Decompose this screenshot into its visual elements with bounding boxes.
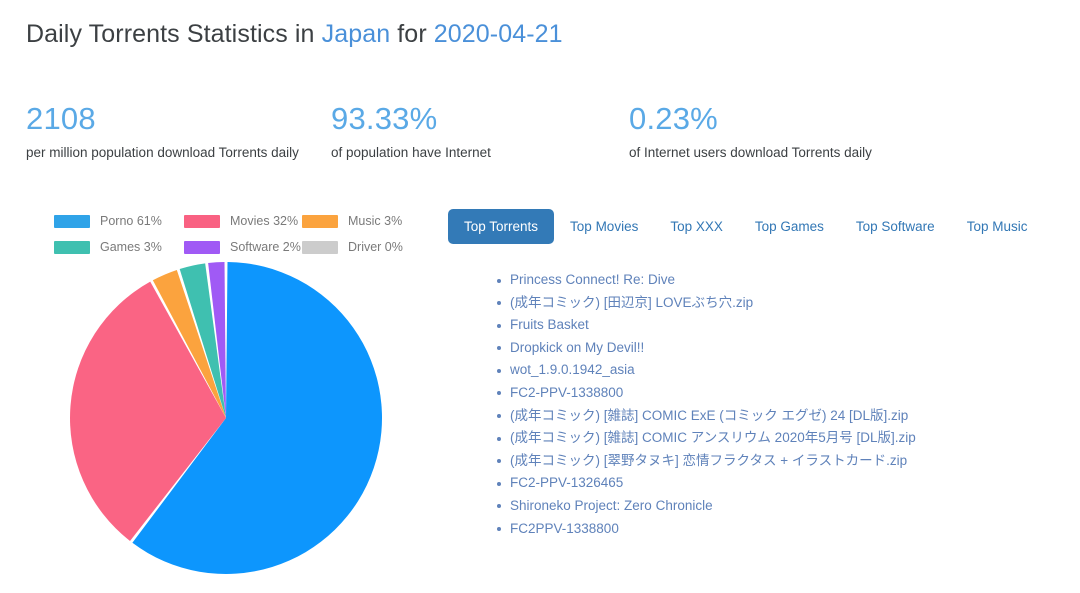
legend-swatch-icon <box>54 240 90 254</box>
legend-item-music[interactable]: Music 3% <box>302 208 412 234</box>
torrent-list-item[interactable]: FC2-PPV-1338800 <box>497 382 1058 405</box>
legend-label: Movies 32% <box>230 214 299 228</box>
country-link[interactable]: Japan <box>322 20 391 48</box>
page-title-middle: for <box>390 20 434 48</box>
torrent-list-item[interactable]: (成年コミック) [翠野タヌキ] 恋情フラクタス + イラストカード.zip <box>497 450 1058 473</box>
torrent-list-item[interactable]: Fruits Basket <box>497 314 1058 337</box>
stat-card-internet: 93.33% of population have Internet <box>331 100 629 163</box>
legend-swatch-icon <box>184 214 220 228</box>
torrents-panel: Top Torrents Top Movies Top XXX Top Game… <box>448 205 1058 540</box>
legend-label: Software 2% <box>230 240 301 254</box>
pie-chart-svg <box>70 262 383 575</box>
torrent-list-item[interactable]: Shironeko Project: Zero Chronicle <box>497 495 1058 518</box>
stats-row: 2108 per million population download Tor… <box>26 100 1056 163</box>
legend-swatch-icon <box>184 240 220 254</box>
torrent-list-item[interactable]: FC2PPV-1338800 <box>497 518 1058 541</box>
pie-chart-container: Porno 61% Movies 32% Music 3% Games 3% S… <box>26 200 426 580</box>
torrent-list-item[interactable]: (成年コミック) [雑誌] COMIC アンスリウム 2020年5月号 [DL版… <box>497 427 1058 450</box>
page-title-prefix: Daily Torrents Statistics in <box>26 20 322 48</box>
stat-label: per million population download Torrents… <box>26 145 299 160</box>
tab-top-xxx[interactable]: Top XXX <box>654 209 739 244</box>
legend-swatch-icon <box>54 214 90 228</box>
legend-item-movies[interactable]: Movies 32% <box>184 208 302 234</box>
torrent-list-item[interactable]: (成年コミック) [雑誌] COMIC ExE (コミック エグゼ) 24 [D… <box>497 405 1058 428</box>
legend-label: Porno 61% <box>100 214 162 228</box>
page-title: Daily Torrents Statistics in Japan for 2… <box>26 20 563 49</box>
tab-top-music[interactable]: Top Music <box>951 209 1044 244</box>
stat-label: of Internet users download Torrents dail… <box>629 145 872 160</box>
stat-value: 93.33% <box>331 101 438 136</box>
legend-swatch-icon <box>302 240 338 254</box>
chart-legend: Porno 61% Movies 32% Music 3% Games 3% S… <box>54 208 414 260</box>
torrent-list: Princess Connect! Re: Dive (成年コミック) [田辺京]… <box>448 269 1058 540</box>
legend-swatch-icon <box>302 214 338 228</box>
torrent-list-item[interactable]: Dropkick on My Devil!! <box>497 337 1058 360</box>
tab-top-software[interactable]: Top Software <box>840 209 951 244</box>
torrent-list-item[interactable]: FC2-PPV-1326465 <box>497 472 1058 495</box>
torrent-list-item[interactable]: Princess Connect! Re: Dive <box>497 269 1058 292</box>
tab-top-games[interactable]: Top Games <box>739 209 840 244</box>
tab-top-torrents[interactable]: Top Torrents <box>448 208 555 244</box>
torrent-list-item[interactable]: wot_1.9.0.1942_asia <box>497 359 1058 382</box>
legend-label: Music 3% <box>348 214 403 228</box>
legend-label: Driver 0% <box>348 240 403 254</box>
stat-value: 2108 <box>26 101 96 136</box>
pie-chart[interactable] <box>26 255 426 580</box>
stat-card-internet-users: 0.23% of Internet users download Torrent… <box>629 100 1009 163</box>
stat-value: 0.23% <box>629 101 718 136</box>
legend-label: Games 3% <box>100 240 162 254</box>
stat-card-downloads: 2108 per million population download Tor… <box>26 100 331 163</box>
stat-label: of population have Internet <box>331 145 491 160</box>
torrent-list-item[interactable]: (成年コミック) [田辺京] LOVEぶち穴.zip <box>497 292 1058 315</box>
date-link[interactable]: 2020-04-21 <box>434 20 563 48</box>
statistics-page: Daily Torrents Statistics in Japan for 2… <box>0 0 1080 593</box>
tab-bar: Top Torrents Top Movies Top XXX Top Game… <box>448 205 1058 247</box>
tab-top-movies[interactable]: Top Movies <box>554 209 654 244</box>
legend-item-porno[interactable]: Porno 61% <box>54 208 184 234</box>
